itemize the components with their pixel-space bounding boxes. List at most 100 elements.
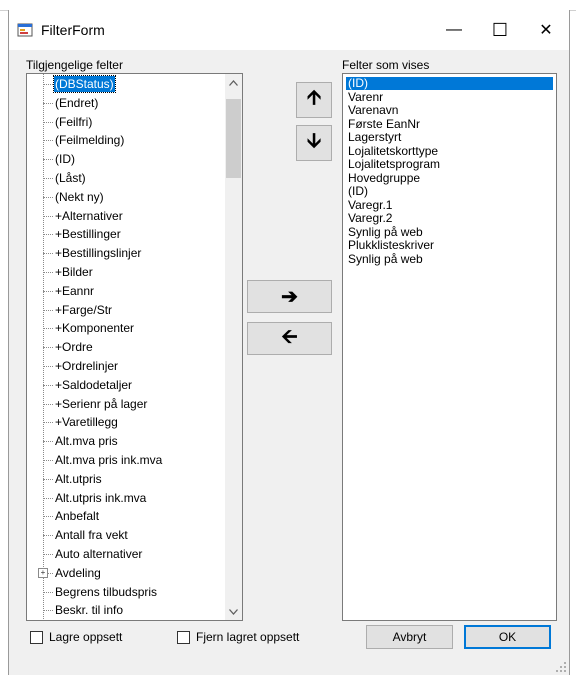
tree-item-label: (Låst) (55, 171, 86, 185)
tree-item[interactable]: +Bilder (27, 264, 225, 280)
tree-item[interactable]: (ID) (27, 151, 225, 167)
save-layout-label: Lagre oppsett (49, 630, 123, 644)
arrow-up-icon: 🡩 (306, 87, 322, 109)
tree-scrollbar[interactable] (225, 74, 242, 620)
minimize-icon: — (446, 21, 462, 38)
tree-item[interactable]: +Varetillegg (27, 414, 225, 430)
list-item[interactable]: Synlig på web (346, 252, 425, 266)
shown-fields-label: Felter som vises (342, 58, 430, 72)
move-up-button[interactable]: 🡩 (296, 82, 332, 118)
list-item[interactable]: Synlig på web (346, 225, 425, 239)
list-item[interactable]: Hovedgruppe (346, 171, 422, 185)
tree-item[interactable]: Alt.mva pris ink.mva (27, 452, 225, 468)
tree-branch-line (43, 253, 53, 255)
available-fields-label: Tilgjengelige felter (26, 58, 123, 72)
tree-branch-line (43, 516, 53, 518)
tree-item[interactable]: (Endret) (27, 95, 225, 111)
window-title: FilterForm (41, 22, 105, 38)
tree-item[interactable]: + Avdeling (27, 565, 225, 581)
tree-branch-line (43, 403, 53, 405)
add-field-button[interactable]: ➔ (247, 280, 332, 313)
tree-branch-line (43, 366, 53, 367)
list-item[interactable]: Varegr.2 (346, 212, 394, 225)
tree-item[interactable]: Antall fra vekt (27, 527, 225, 543)
list-item[interactable]: Første EanNr (346, 117, 422, 131)
tree-item[interactable]: Beskr. til info (27, 602, 225, 618)
tree-item[interactable]: +Farge/Str (27, 302, 225, 318)
tree-item[interactable]: Anbefalt (27, 508, 225, 524)
ok-button[interactable]: OK (464, 625, 551, 649)
cancel-button[interactable]: Avbryt (366, 625, 453, 649)
tree-branch-line (43, 610, 53, 612)
tree-item-label: +Varetillegg (55, 415, 118, 430)
tree-branch-line (43, 478, 53, 480)
tree-branch-line (43, 290, 53, 292)
resize-grip-icon[interactable] (555, 661, 567, 673)
close-button[interactable]: ✕ (523, 10, 569, 50)
tree-item[interactable]: (Nekt ny) (27, 189, 225, 205)
tree-branch-line (43, 84, 53, 85)
tree-item[interactable]: Auto alternativer (27, 546, 225, 562)
arrow-down-icon: 🡫 (306, 130, 322, 152)
tree-branch-line (43, 441, 53, 443)
tree-item[interactable]: +Alternativer (27, 208, 225, 224)
list-item[interactable]: Lojalitetsprogram (346, 158, 442, 171)
list-item[interactable]: Lojalitetskorttype (346, 144, 440, 158)
tree-item-label: (Nekt ny) (55, 189, 104, 204)
tree-item[interactable]: +Serienr på lager (27, 396, 225, 412)
tree-branch-line (43, 591, 53, 593)
tree-item[interactable]: +Komponenter (27, 320, 225, 336)
tree-item[interactable]: (Låst) (27, 170, 225, 186)
tree-item[interactable]: Alt.mva pris (27, 433, 225, 449)
list-item[interactable]: Lagerstyrt (346, 131, 403, 144)
ok-label: OK (498, 630, 517, 644)
available-fields-tree[interactable]: (DBStatus) (Endret) (Feilfri) (Feilmelding)… (26, 73, 243, 621)
scroll-down-icon[interactable] (225, 603, 242, 620)
tree-item[interactable]: (Feilfri) (27, 114, 225, 130)
tree-branch-line (43, 159, 53, 161)
tree-item-label: +Komponenter (55, 321, 135, 336)
tree-item[interactable]: Begrens tilbudspris (27, 584, 225, 600)
tree-branch-line (43, 215, 53, 217)
arrow-left-icon: 🡨 (281, 325, 298, 348)
tree-item[interactable]: Alt.utpris (27, 471, 225, 487)
scroll-thumb[interactable] (226, 99, 241, 178)
save-layout-checkbox[interactable]: Lagre oppsett (30, 629, 122, 645)
list-item[interactable]: Varegr.1 (346, 198, 394, 212)
checkbox-box[interactable] (30, 630, 43, 644)
tree-item[interactable]: (DBStatus) (27, 75, 225, 93)
tree-branch-line (43, 196, 53, 198)
minimize-button[interactable]: — (431, 10, 477, 50)
maximize-icon: ☐ (491, 19, 509, 40)
tree-item[interactable]: Alt.utpris ink.mva (27, 490, 225, 506)
maximize-button[interactable]: ☐ (477, 10, 523, 50)
checkbox-box[interactable] (177, 630, 190, 644)
tree-item[interactable]: +Eannr (27, 283, 225, 299)
shown-fields-list[interactable]: (ID) Varenr Varenavn Første EanNr Lagerstyrt… (342, 73, 557, 621)
list-item[interactable]: Varenr (346, 90, 385, 104)
tree-item[interactable]: +Saldodetaljer (27, 377, 225, 393)
tree-item[interactable]: +Ordre (27, 339, 225, 355)
list-item[interactable]: Varenavn (346, 104, 400, 117)
tree-branch-line (43, 422, 53, 424)
tree-item[interactable]: +Ordrelinjer (27, 358, 225, 374)
remove-field-button[interactable]: 🡨 (247, 322, 332, 355)
list-item[interactable]: (ID) (346, 77, 553, 90)
tree-item-label: +Farge/Str (55, 302, 113, 317)
list-item[interactable]: (ID) (346, 185, 370, 198)
tree-item[interactable]: (Feilmelding) (27, 132, 225, 148)
move-down-button[interactable]: 🡫 (296, 125, 332, 161)
remove-saved-layout-label: Fjern lagret oppsett (196, 630, 300, 644)
remove-saved-layout-checkbox[interactable]: Fjern lagret oppsett (177, 629, 299, 645)
app-icon (17, 23, 33, 37)
scroll-up-icon[interactable] (225, 74, 242, 91)
tree-item-label: (Feilmelding) (55, 133, 125, 148)
tree-item[interactable]: +Bestillingslinjer (27, 245, 225, 261)
tree-branch-line (43, 554, 53, 555)
list-item[interactable]: Plukklisteskriver (346, 239, 436, 252)
tree-item[interactable]: +Bestillinger (27, 226, 225, 242)
tree-item-label: +Bilder (55, 265, 93, 279)
tree-item-label: Alt.mva pris ink.mva (55, 453, 163, 467)
expand-icon[interactable]: + (38, 567, 48, 578)
tree-item-label: +Serienr på lager (55, 396, 148, 411)
